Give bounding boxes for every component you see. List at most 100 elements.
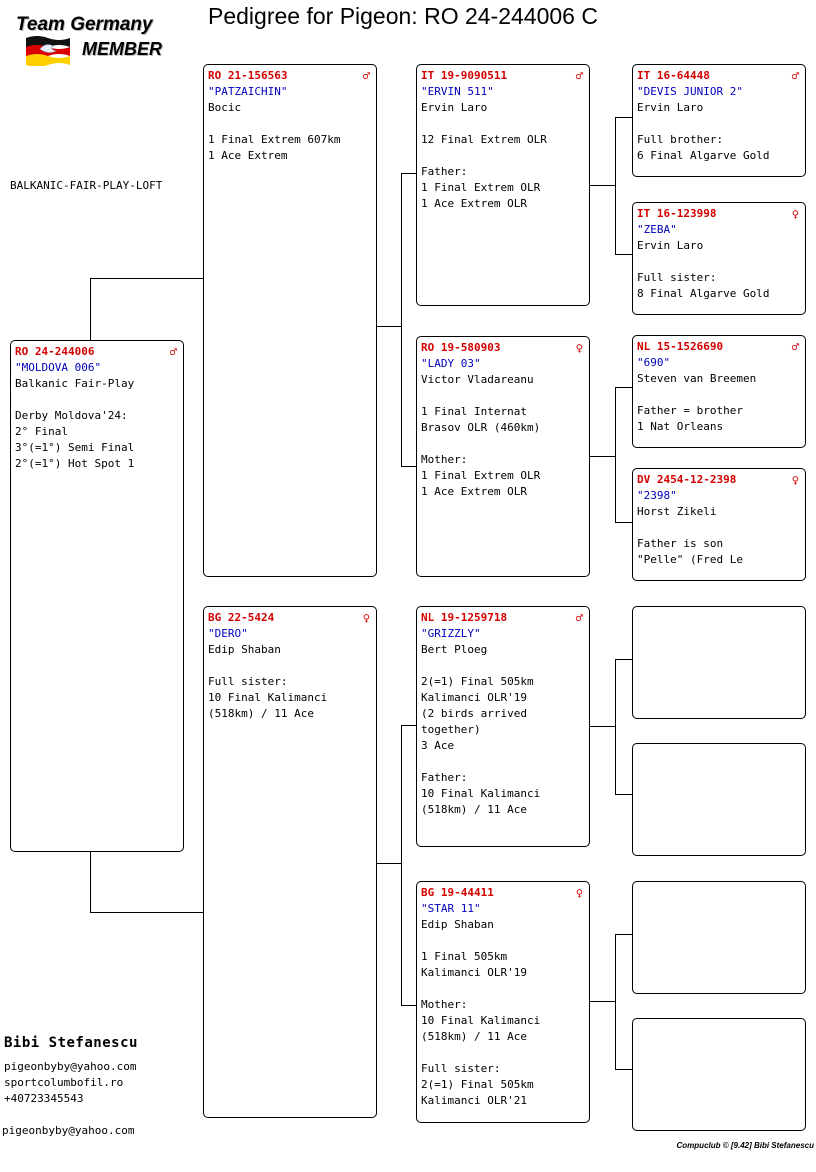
pigeon-owner: Ervin Laro bbox=[421, 101, 488, 114]
pigeon-owner: Bert Ploeg bbox=[421, 643, 488, 656]
connector-line bbox=[401, 1005, 417, 1006]
pigeon-name: "DERO" bbox=[208, 627, 248, 640]
connector-line bbox=[615, 934, 616, 1070]
connector-line bbox=[401, 173, 417, 174]
pigeon-owner: Ervin Laro bbox=[637, 101, 704, 114]
pigeon-notes: Full brother: 6 Final Algarve Gold bbox=[637, 133, 770, 162]
footer-email[interactable]: pigeonbyby@yahoo.com bbox=[2, 1124, 134, 1137]
pigeon-card-dam[interactable]: BG 22-5424 ♀ "DERO" Edip Shaban Full sist… bbox=[203, 606, 377, 1118]
breeder-info: Bibi Stefanescu pigeonbyby@yahoo.com spo… bbox=[4, 1035, 138, 1107]
connector-line bbox=[615, 1069, 633, 1070]
ring-number: RO 19-580903 ♀ bbox=[421, 341, 583, 355]
pigeon-notes: Full sister: 10 Final Kalimanci (518km) … bbox=[208, 675, 328, 720]
ring-number: NL 19-1259718 ♂ bbox=[421, 611, 583, 625]
pigeon-name: "MOLDOVA 006" bbox=[15, 361, 102, 374]
pigeon-notes: 1 Final Extrem 607km 1 Ace Extrem bbox=[208, 133, 341, 162]
pigeon-notes: Father = brother 1 Nat Orleans bbox=[637, 404, 743, 433]
connector-line bbox=[589, 185, 616, 186]
connector-line bbox=[90, 278, 91, 340]
ring-number: DV 2454-12-2398 ♀ bbox=[637, 473, 799, 487]
connector-line bbox=[615, 254, 633, 255]
male-icon: ♂ bbox=[791, 69, 799, 83]
pigeon-name: "STAR 11" bbox=[421, 902, 481, 915]
pigeon-name: "GRIZZLY" bbox=[421, 627, 481, 640]
connector-line bbox=[615, 117, 633, 118]
pigeon-notes: Full sister: 8 Final Algarve Gold bbox=[637, 271, 770, 300]
pigeon-notes: 1 Final Internat Brasov OLR (460km) Moth… bbox=[421, 405, 541, 498]
connector-line bbox=[401, 173, 402, 467]
connector-line bbox=[376, 326, 402, 327]
connector-line bbox=[615, 659, 633, 660]
team-germany-logo: Team Germany MEMBER bbox=[14, 14, 176, 68]
pigeon-name: "690" bbox=[637, 356, 671, 369]
ring-number: IT 19-9090511 ♂ bbox=[421, 69, 583, 83]
pigeon-card-sire-dam[interactable]: RO 19-580903 ♀ "LADY 03" Victor Vladarean… bbox=[416, 336, 590, 577]
connector-line bbox=[401, 725, 417, 726]
pigeon-name: "ERVIN 511" bbox=[421, 85, 494, 98]
female-icon: ♀ bbox=[362, 611, 370, 625]
footer-credit: Compuclub © [9.42] Bibi Stefanescu bbox=[676, 1141, 814, 1150]
breeder-website[interactable]: sportcolumbofil.ro bbox=[4, 1075, 138, 1091]
pigeon-name: "2398" bbox=[637, 489, 677, 502]
pigeon-owner: Edip Shaban bbox=[208, 643, 281, 656]
pigeon-owner: Bocic bbox=[208, 101, 242, 114]
connector-line bbox=[589, 1001, 616, 1002]
pigeon-card-empty[interactable] bbox=[632, 1018, 806, 1131]
pigeon-notes: Derby Moldova'24: 2° Final 3°(=1°) Semi … bbox=[15, 409, 135, 470]
pigeon-card-sdd[interactable]: DV 2454-12-2398 ♀ "2398" Horst Zikeli Fat… bbox=[632, 468, 806, 581]
pigeon-owner: Balkanic Fair-Play bbox=[15, 377, 135, 390]
connector-line bbox=[90, 912, 204, 913]
pigeon-notes: Father is son "Pelle" (Fred Le bbox=[637, 537, 743, 566]
ring-number: NL 15-1526690 ♂ bbox=[637, 340, 799, 354]
pigeon-owner: Ervin Laro bbox=[637, 239, 704, 252]
pigeon-name: "DEVIS JUNIOR 2" bbox=[637, 85, 743, 98]
breeder-name: Bibi Stefanescu bbox=[4, 1035, 138, 1051]
loft-name: BALKANIC-FAIR-PLAY-LOFT bbox=[10, 179, 163, 192]
pigeon-name: "LADY 03" bbox=[421, 357, 481, 370]
connector-line bbox=[401, 725, 402, 1006]
pigeon-card-ssd[interactable]: IT 16-123998 ♀ "ZEBA" Ervin Laro Full sis… bbox=[632, 202, 806, 315]
connector-line bbox=[90, 851, 91, 912]
pigeon-owner: Victor Vladareanu bbox=[421, 373, 534, 386]
pigeon-card-sire-sire[interactable]: IT 19-9090511 ♂ "ERVIN 511" Ervin Laro 12… bbox=[416, 64, 590, 306]
male-icon: ♂ bbox=[169, 345, 177, 359]
connector-line bbox=[615, 794, 633, 795]
pigeon-owner: Edip Shaban bbox=[421, 918, 494, 931]
pigeon-card-sire[interactable]: RO 21-156563 ♂ "PATZAICHIN" Bocic 1 Final… bbox=[203, 64, 377, 577]
female-icon: ♀ bbox=[575, 886, 583, 900]
ring-number: RO 24-244006 ♂ bbox=[15, 345, 177, 359]
pigeon-card-empty[interactable] bbox=[632, 606, 806, 719]
ring-number: IT 16-123998 ♀ bbox=[637, 207, 799, 221]
pigeon-card-sds[interactable]: NL 15-1526690 ♂ "690" Steven van Breemen … bbox=[632, 335, 806, 448]
pigeon-card-sss[interactable]: IT 16-64448 ♂ "DEVIS JUNIOR 2" Ervin Laro… bbox=[632, 64, 806, 177]
male-icon: ♂ bbox=[362, 69, 370, 83]
pigeon-card-dam-sire[interactable]: NL 19-1259718 ♂ "GRIZZLY" Bert Ploeg 2(=1… bbox=[416, 606, 590, 847]
connector-line bbox=[376, 863, 402, 864]
page-title: Pedigree for Pigeon: RO 24-244006 C bbox=[208, 3, 598, 29]
logo-line1: Team Germany bbox=[16, 14, 153, 35]
female-icon: ♀ bbox=[791, 207, 799, 221]
ring-number: BG 19-44411 ♀ bbox=[421, 886, 583, 900]
pigeon-name: "ZEBA" bbox=[637, 223, 677, 236]
pigeon-notes: 2(=1) Final 505km Kalimanci OLR'19 (2 bi… bbox=[421, 675, 541, 816]
breeder-email[interactable]: pigeonbyby@yahoo.com bbox=[4, 1059, 138, 1075]
ring-number: IT 16-64448 ♂ bbox=[637, 69, 799, 83]
connector-line bbox=[589, 456, 616, 457]
connector-line bbox=[401, 466, 417, 467]
male-icon: ♂ bbox=[575, 69, 583, 83]
connector-line bbox=[615, 522, 633, 523]
pigeon-card-dam-dam[interactable]: BG 19-44411 ♀ "STAR 11" Edip Shaban 1 Fin… bbox=[416, 881, 590, 1123]
connector-line bbox=[589, 726, 616, 727]
connector-line bbox=[615, 387, 616, 523]
pigeon-card-empty[interactable] bbox=[632, 881, 806, 994]
connector-line bbox=[615, 659, 616, 795]
connector-line bbox=[615, 934, 633, 935]
pigeon-notes: 1 Final 505km Kalimanci OLR'19 Mother: 1… bbox=[421, 950, 541, 1107]
ring-number: RO 21-156563 ♂ bbox=[208, 69, 370, 83]
breeder-phone: +40723345543 bbox=[4, 1092, 84, 1105]
pigeon-card-empty[interactable] bbox=[632, 743, 806, 856]
pigeon-card-subject[interactable]: RO 24-244006 ♂ "MOLDOVA 006" Balkanic Fai… bbox=[10, 340, 184, 852]
connector-line bbox=[90, 278, 204, 279]
female-icon: ♀ bbox=[791, 473, 799, 487]
logo-line2: MEMBER bbox=[82, 39, 162, 59]
